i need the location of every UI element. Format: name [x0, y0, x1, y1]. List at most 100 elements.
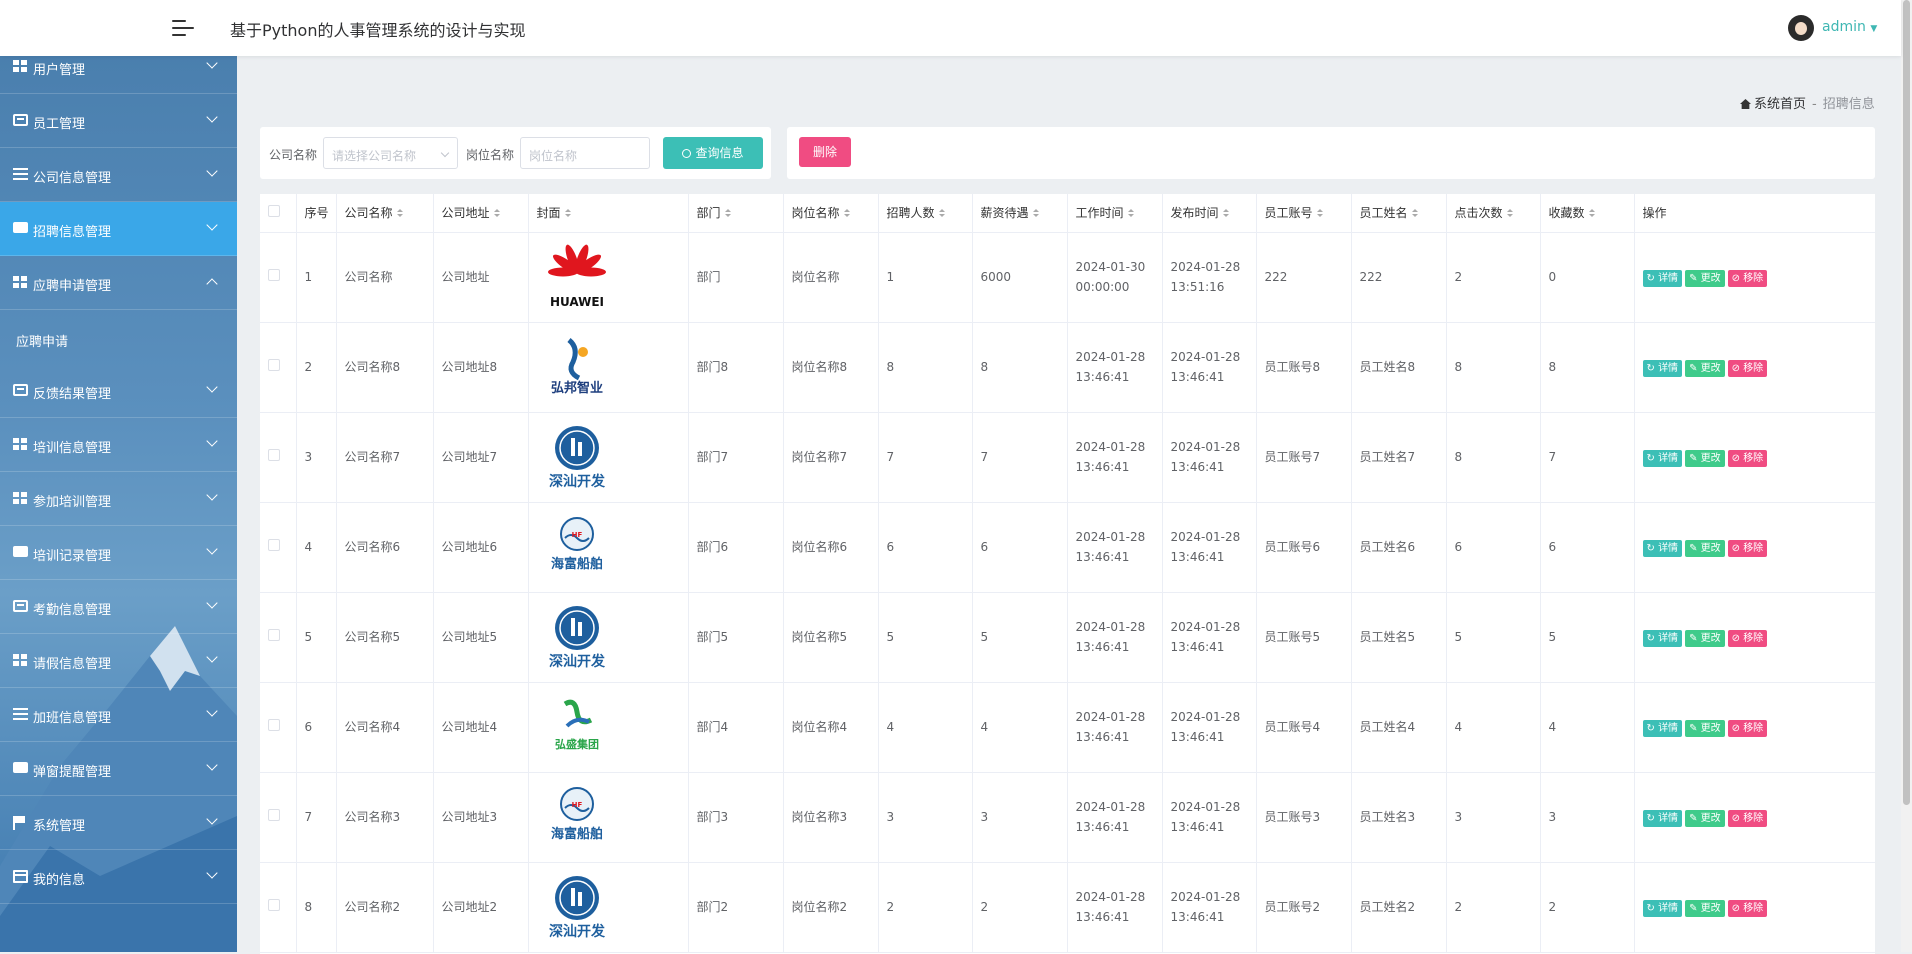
detail-button[interactable]: ↻ 详情: [1642, 810, 1683, 827]
detail-button[interactable]: ↻ 详情: [1642, 270, 1683, 287]
sort-icon[interactable]: [843, 209, 851, 218]
sidebar-item-2[interactable]: 员工管理: [0, 94, 237, 148]
sort-icon[interactable]: [1222, 209, 1230, 218]
row-checkbox[interactable]: [268, 359, 280, 371]
sidebar-item-15[interactable]: 我的信息: [0, 850, 237, 904]
row-checkbox[interactable]: [268, 269, 280, 281]
detail-button[interactable]: ↻ 详情: [1642, 720, 1683, 737]
cell-value: 2024-01-30 00:00:00: [1075, 260, 1146, 294]
row-select-cell: [260, 862, 297, 953]
remove-button[interactable]: ⊘ 移除: [1727, 900, 1768, 917]
edit-button[interactable]: ✎ 更改: [1685, 720, 1725, 737]
search-button[interactable]: 查询信息: [663, 137, 763, 169]
sort-icon[interactable]: [396, 209, 404, 218]
page-scrollbar[interactable]: [1901, 0, 1912, 952]
sidebar-item-14[interactable]: 系统管理: [0, 796, 237, 850]
cell-value: 2024-01-28 13:46:41: [1170, 710, 1241, 744]
row-checkbox[interactable]: [268, 629, 280, 641]
cover-image[interactable]: 深汕开发深汕开发: [537, 870, 688, 944]
column-header[interactable]: 员工账号: [1256, 194, 1352, 233]
sidebar-subitem-apply[interactable]: 应聘申请: [0, 316, 237, 366]
edit-button[interactable]: ✎ 更改: [1685, 450, 1725, 467]
sort-icon[interactable]: [1411, 209, 1419, 218]
sidebar-item-4[interactable]: 招聘信息管理: [0, 202, 237, 256]
sidebar-item-5[interactable]: 应聘申请管理: [0, 256, 237, 310]
edit-button[interactable]: ✎ 更改: [1685, 360, 1725, 377]
remove-button[interactable]: ⊘ 移除: [1727, 270, 1768, 287]
breadcrumb-home[interactable]: 系统首页: [1740, 97, 1806, 112]
sidebar-item-12[interactable]: 加班信息管理: [0, 688, 237, 742]
cell-value: 2024-01-28 13:46:41: [1170, 620, 1241, 654]
edit-button[interactable]: ✎ 更改: [1685, 810, 1725, 827]
column-header[interactable]: 发布时间: [1162, 194, 1257, 233]
cover-image[interactable]: 弘邦智业弘邦智业: [537, 330, 688, 404]
sort-icon[interactable]: [493, 209, 501, 218]
sidebar-item-11[interactable]: 请假信息管理: [0, 634, 237, 688]
cell-value: 2024-01-28 13:46:41: [1170, 350, 1241, 384]
cover-image[interactable]: 深汕开发深汕开发: [537, 600, 688, 674]
row-checkbox[interactable]: [268, 449, 280, 461]
company-select[interactable]: 请选择公司名称: [323, 137, 458, 169]
column-header[interactable]: 部门: [688, 194, 784, 233]
edit-button[interactable]: ✎ 更改: [1685, 270, 1725, 287]
detail-button[interactable]: ↻ 详情: [1642, 450, 1683, 467]
column-header[interactable]: 公司地址: [433, 194, 529, 233]
sidebar-item-8[interactable]: 参加培训管理: [0, 472, 237, 526]
sidebar-item-7[interactable]: 培训信息管理: [0, 418, 237, 472]
cover-image[interactable]: HUAWEIHUAWEI: [537, 240, 688, 314]
row-checkbox[interactable]: [268, 899, 280, 911]
remove-button[interactable]: ⊘ 移除: [1727, 450, 1768, 467]
remove-button[interactable]: ⊘ 移除: [1727, 360, 1768, 377]
cell-value: 岗位名称7: [791, 450, 848, 464]
sidebar-item-6[interactable]: 反馈结果管理: [0, 364, 237, 418]
remove-button[interactable]: ⊘ 移除: [1727, 810, 1768, 827]
column-header[interactable]: 点击次数: [1446, 194, 1541, 233]
column-header[interactable]: 工作时间: [1067, 194, 1163, 233]
column-header[interactable]: 员工姓名: [1351, 194, 1447, 233]
remove-button[interactable]: ⊘ 移除: [1727, 720, 1768, 737]
row-checkbox[interactable]: [268, 809, 280, 821]
column-header[interactable]: 公司名称: [336, 194, 434, 233]
cover-image[interactable]: HF海富船舶海富船舶: [537, 510, 688, 584]
user-dropdown[interactable]: admin ▼: [1822, 19, 1877, 35]
edit-button[interactable]: ✎ 更改: [1685, 540, 1725, 557]
remove-button[interactable]: ⊘ 移除: [1727, 540, 1768, 557]
sidebar-item-13[interactable]: 弹窗提醒管理: [0, 742, 237, 796]
sort-icon[interactable]: [938, 209, 946, 218]
column-header[interactable]: 招聘人数: [878, 194, 973, 233]
sidebar-item-3[interactable]: 公司信息管理: [0, 148, 237, 202]
column-header[interactable]: 封面: [528, 194, 689, 233]
cell-value: 部门2: [696, 900, 729, 914]
delete-button[interactable]: 删除: [799, 137, 851, 167]
cover-image[interactable]: HF海富船舶海富船舶: [537, 780, 688, 854]
row-checkbox[interactable]: [268, 719, 280, 731]
sidebar-item-10[interactable]: 考勤信息管理: [0, 580, 237, 634]
row-checkbox[interactable]: [268, 539, 280, 551]
column-header[interactable]: 薪资待遇: [972, 194, 1068, 233]
detail-button[interactable]: ↻ 详情: [1642, 630, 1683, 647]
hamburger-menu-icon[interactable]: [172, 17, 194, 39]
sort-icon[interactable]: [1127, 209, 1135, 218]
sort-icon[interactable]: [1506, 209, 1514, 218]
sidebar-item-1[interactable]: 用户管理: [0, 56, 237, 94]
edit-button[interactable]: ✎ 更改: [1685, 630, 1725, 647]
detail-button[interactable]: ↻ 详情: [1642, 360, 1683, 377]
avatar[interactable]: [1788, 15, 1814, 41]
detail-button[interactable]: ↻ 详情: [1642, 540, 1683, 557]
column-header[interactable]: 收藏数: [1540, 194, 1635, 233]
column-header[interactable]: 岗位名称: [783, 194, 879, 233]
sort-icon[interactable]: [1032, 209, 1040, 218]
sidebar-item-9[interactable]: 培训记录管理: [0, 526, 237, 580]
position-input[interactable]: 岗位名称: [520, 137, 650, 169]
cover-image[interactable]: 弘盛集团弘盛集团: [537, 690, 688, 764]
detail-button[interactable]: ↻ 详情: [1642, 900, 1683, 917]
sort-icon[interactable]: [724, 209, 732, 218]
remove-button[interactable]: ⊘ 移除: [1727, 630, 1768, 647]
sort-icon[interactable]: [564, 209, 572, 218]
sort-icon[interactable]: [1588, 209, 1596, 218]
sort-icon[interactable]: [1316, 209, 1324, 218]
cover-image[interactable]: 深汕开发深汕开发: [537, 420, 688, 494]
select-all-checkbox[interactable]: [268, 205, 280, 218]
edit-button[interactable]: ✎ 更改: [1685, 900, 1725, 917]
scrollbar-thumb[interactable]: [1903, 0, 1910, 805]
